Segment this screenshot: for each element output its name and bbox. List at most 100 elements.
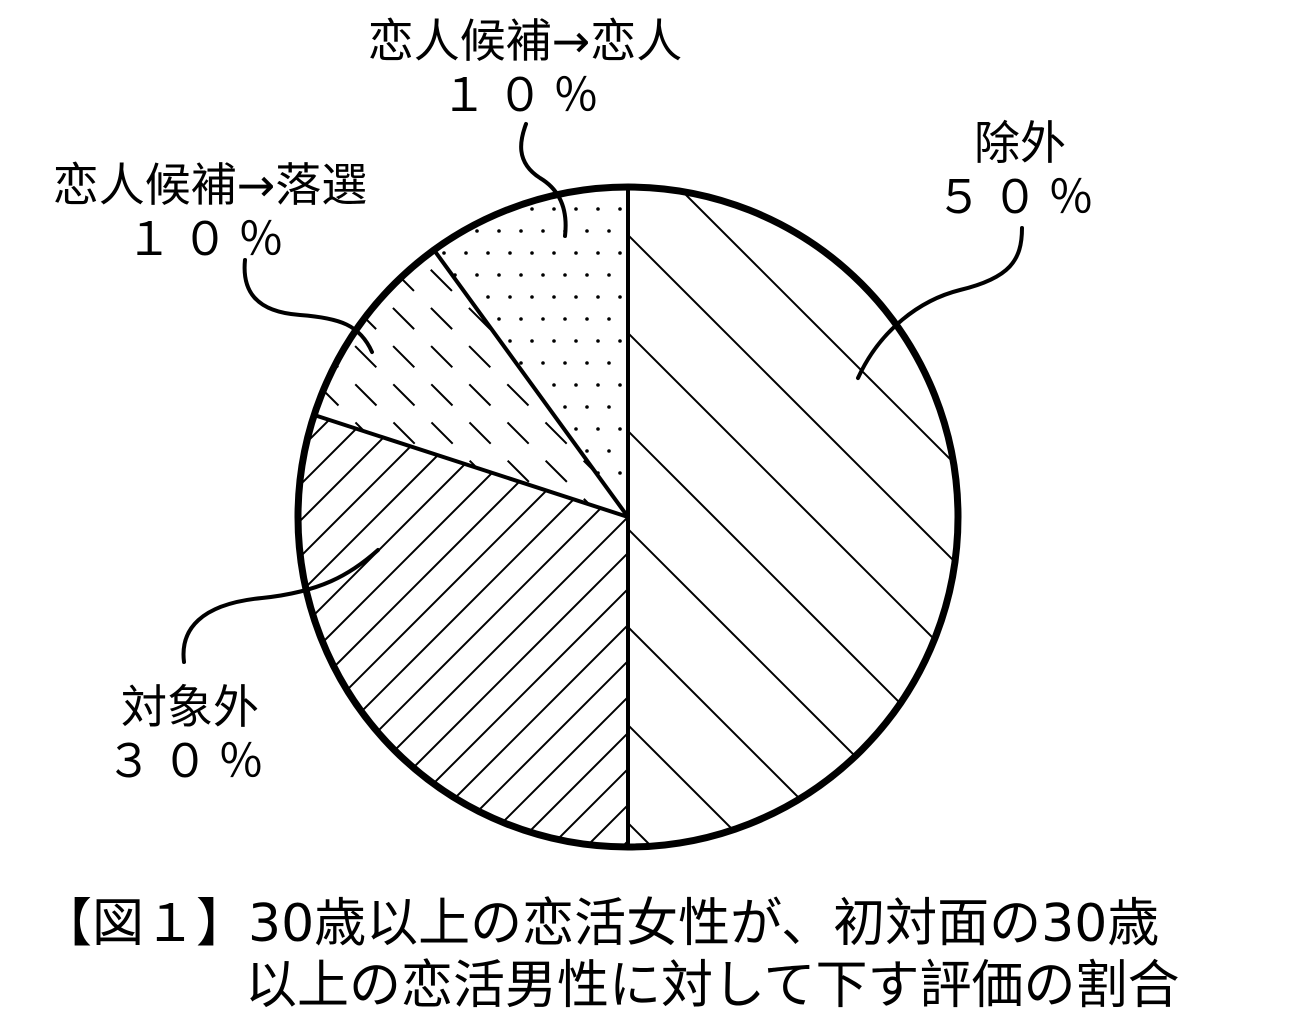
dot <box>596 427 600 431</box>
hatch-line <box>1000 117 1298 880</box>
dot <box>486 295 490 299</box>
dot <box>574 207 578 211</box>
dot <box>464 251 468 255</box>
dot <box>475 229 479 233</box>
dot <box>574 383 578 387</box>
dot <box>607 229 611 233</box>
dot <box>497 273 501 277</box>
pie-slice <box>628 187 958 847</box>
dot <box>563 273 567 277</box>
figure-caption: 【図１】30歳以上の恋活女性が、初対面の30歳 以上の恋活男性に対して下す評価の… <box>40 893 1280 1017</box>
hatch-line <box>1020 117 1298 880</box>
slice-name-out-of-scope: 対象外 <box>121 680 259 734</box>
dot <box>552 339 556 343</box>
dot <box>563 187 567 189</box>
dot <box>552 207 556 211</box>
dot <box>497 229 501 233</box>
slice-value-rejected: １０％ <box>126 212 294 266</box>
dot <box>508 339 512 343</box>
dot <box>530 207 534 211</box>
dot <box>541 187 545 189</box>
hatch-line <box>1128 117 1298 880</box>
dot <box>552 295 556 299</box>
dot <box>541 273 545 277</box>
hatch-line <box>1056 117 1298 880</box>
dot <box>387 273 391 277</box>
dot <box>453 187 457 189</box>
hatch-line <box>962 117 1298 880</box>
dot <box>434 229 435 233</box>
slice-label-lover: 恋人候補→恋人 １０％ <box>315 14 735 122</box>
dot <box>519 317 523 321</box>
dot <box>618 383 622 387</box>
dot <box>486 207 490 211</box>
dot <box>497 317 501 321</box>
dot <box>607 449 611 453</box>
dot <box>607 405 611 409</box>
hatch-line <box>948 117 1298 880</box>
dot <box>585 273 589 277</box>
dot <box>574 295 578 299</box>
dot <box>596 295 600 299</box>
dot <box>519 229 523 233</box>
slice-name-exclude: 除外 <box>974 116 1066 170</box>
hatch-line <box>1092 117 1298 880</box>
hatch-line <box>1000 117 1298 880</box>
dot <box>618 295 622 299</box>
dot <box>618 471 622 475</box>
dot <box>541 229 545 233</box>
dot <box>552 251 556 255</box>
dot <box>541 361 545 365</box>
dot <box>519 187 523 189</box>
hatch-line <box>1114 117 1298 880</box>
dot <box>541 317 545 321</box>
slice-name-rejected: 恋人候補→落選 <box>52 158 368 212</box>
slice-label-out-of-scope: 対象外 ３０％ <box>60 680 320 788</box>
dot <box>618 339 622 343</box>
hatch-line <box>984 117 1298 880</box>
hatch-line <box>1076 117 1298 880</box>
slice-value-lover: １０％ <box>441 68 609 122</box>
slice-label-exclude: 除外 ５０％ <box>890 116 1150 224</box>
dot <box>519 361 523 365</box>
dot <box>530 295 534 299</box>
dot <box>530 339 534 343</box>
dot <box>574 427 578 431</box>
caption-line-2: 以上の恋活男性に対して下す評価の割合 <box>245 956 1180 1016</box>
dot <box>585 317 589 321</box>
dot <box>618 207 622 211</box>
dot <box>574 339 578 343</box>
slice-name-lover: 恋人候補→恋人 <box>367 14 683 68</box>
dot <box>607 273 611 277</box>
dot <box>563 405 567 409</box>
dot <box>508 295 512 299</box>
dot <box>508 251 512 255</box>
dot <box>519 273 523 277</box>
hatch-line <box>1038 117 1298 880</box>
dot <box>442 207 446 211</box>
hatch-line <box>924 117 1298 880</box>
dot <box>618 251 622 255</box>
dot <box>607 361 611 365</box>
dot <box>475 273 479 277</box>
caption-line-1: 【図１】30歳以上の恋活女性が、初対面の30歳 <box>40 894 1160 954</box>
dot <box>552 383 556 387</box>
dot <box>475 187 479 189</box>
dot <box>607 317 611 321</box>
dot <box>585 405 589 409</box>
dot <box>563 317 567 321</box>
dot <box>486 251 490 255</box>
hatch-line <box>901 187 958 847</box>
slice-label-rejected: 恋人候補→落選 １０％ <box>0 158 420 266</box>
dot <box>618 427 622 431</box>
dot <box>530 251 534 255</box>
dot <box>574 251 578 255</box>
dot <box>563 361 567 365</box>
slice-value-exclude: ５０％ <box>936 170 1104 224</box>
hatch-line <box>912 117 1298 880</box>
dot <box>585 449 589 453</box>
dot <box>596 339 600 343</box>
dot <box>596 383 600 387</box>
dot <box>596 251 600 255</box>
dot <box>464 207 468 211</box>
